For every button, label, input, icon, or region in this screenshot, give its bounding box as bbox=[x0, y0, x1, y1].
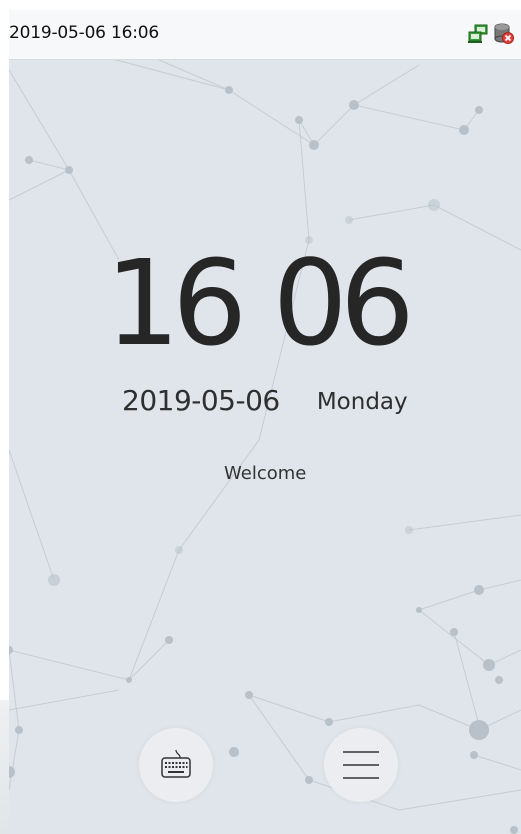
date-row: 2019-05-06 Monday bbox=[122, 384, 442, 417]
network-icon bbox=[468, 24, 488, 43]
status-bar: 2019-05-06 16:06 bbox=[9, 10, 521, 60]
clock-weekday: Monday bbox=[316, 389, 408, 415]
status-datetime: 2019-05-06 16:06 bbox=[9, 23, 159, 43]
welcome-message: Welcome bbox=[224, 463, 307, 484]
keyboard-icon bbox=[161, 749, 191, 778]
menu-icon bbox=[343, 751, 379, 779]
device-screen: 2019-05-06 16:06 16 06 2019-05-06 Monday… bbox=[9, 10, 521, 834]
database-alert-icon bbox=[494, 23, 514, 44]
network-background-pattern bbox=[9, 49, 521, 834]
keyboard-button[interactable] bbox=[139, 728, 213, 802]
clock-date: 2019-05-06 bbox=[122, 384, 280, 417]
clock-time: 16 06 bbox=[105, 234, 415, 372]
menu-button[interactable] bbox=[324, 728, 398, 802]
left-edge-shade bbox=[0, 700, 9, 834]
